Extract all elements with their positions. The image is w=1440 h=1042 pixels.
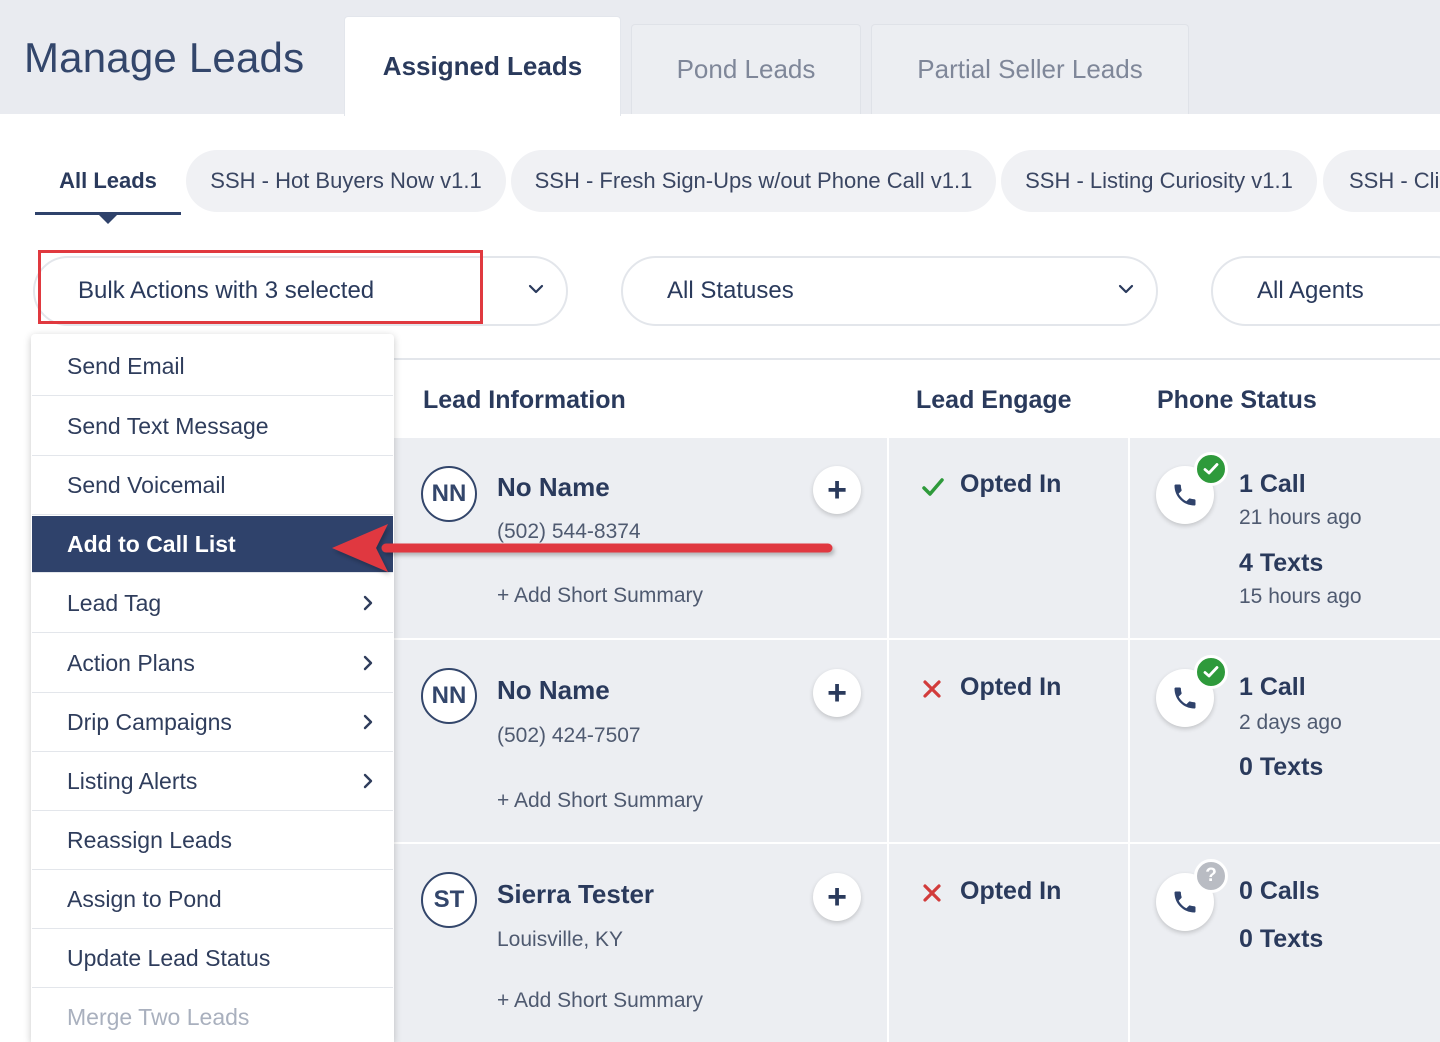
add-summary-link[interactable]: + Add Short Summary xyxy=(497,584,703,608)
menu-item-assign-to-pond[interactable]: Assign to Pond xyxy=(32,870,393,929)
chevron-right-icon xyxy=(363,595,373,611)
filter-tab-listing-curiosity[interactable]: SSH - Listing Curiosity v1.1 xyxy=(1001,150,1317,212)
menu-item-label: Send Text Message xyxy=(67,412,269,439)
filter-tab-hot-buyers[interactable]: SSH - Hot Buyers Now v1.1 xyxy=(186,150,506,212)
engage-status: Opted In xyxy=(960,673,1062,701)
table-row[interactable]: NN No Name (502) 544-8374 + Add Short Su… xyxy=(393,438,1440,640)
text-count: 4 Texts xyxy=(1239,549,1324,577)
question-icon: ? xyxy=(1194,859,1228,893)
column-header-lead-engage[interactable]: Lead Engage xyxy=(916,386,1072,415)
tab-partial-seller-leads[interactable]: Partial Seller Leads xyxy=(871,24,1189,114)
menu-item-listing-alerts[interactable]: Listing Alerts xyxy=(32,752,393,811)
add-summary-link[interactable]: + Add Short Summary xyxy=(497,989,703,1013)
menu-item-label: Drip Campaigns xyxy=(67,708,232,735)
verified-check-icon xyxy=(1194,452,1228,486)
menu-item-send-email[interactable]: Send Email xyxy=(32,337,393,396)
chevron-down-icon xyxy=(1118,284,1134,294)
x-icon xyxy=(923,680,941,698)
call-count: 1 Call xyxy=(1239,470,1306,498)
call-time: 21 hours ago xyxy=(1239,506,1362,529)
avatar: NN xyxy=(421,668,477,724)
bulk-actions-menu: Send Email Send Text Message Send Voicem… xyxy=(31,334,394,1042)
menu-item-action-plans[interactable]: Action Plans xyxy=(32,634,393,693)
menu-item-label: Send Voicemail xyxy=(67,471,226,498)
chevron-right-icon xyxy=(363,655,373,671)
avatar: NN xyxy=(421,466,477,522)
menu-item-reassign-leads[interactable]: Reassign Leads xyxy=(32,811,393,870)
text-count: 0 Texts xyxy=(1239,925,1324,953)
engage-status: Opted In xyxy=(960,877,1062,905)
lead-name[interactable]: Sierra Tester xyxy=(497,879,654,910)
table-row[interactable]: ST Sierra Tester Louisville, KY + Add Sh… xyxy=(393,844,1440,1042)
call-time: 2 days ago xyxy=(1239,711,1342,734)
agent-filter-label: All Agents xyxy=(1257,277,1364,304)
add-icon[interactable]: + xyxy=(813,873,861,921)
engage-status: Opted In xyxy=(960,470,1062,498)
call-count: 0 Calls xyxy=(1239,877,1320,905)
menu-item-label: Merge Two Leads xyxy=(67,1004,250,1030)
status-filter-label: All Statuses xyxy=(667,277,794,304)
avatar: ST xyxy=(421,872,477,928)
filter-tab-all-leads[interactable]: All Leads xyxy=(35,150,181,212)
column-header-phone-status[interactable]: Phone Status xyxy=(1157,386,1317,415)
menu-item-add-to-call-list[interactable]: Add to Call List xyxy=(32,516,393,573)
lead-phone: (502) 544-8374 xyxy=(497,520,641,543)
text-count: 0 Texts xyxy=(1239,753,1324,781)
menu-item-send-text-message[interactable]: Send Text Message xyxy=(32,397,393,456)
menu-item-update-lead-status[interactable]: Update Lead Status xyxy=(32,929,393,988)
status-filter-select[interactable]: All Statuses xyxy=(621,256,1158,326)
chevron-down-icon xyxy=(528,284,544,294)
table-row[interactable]: NN No Name (502) 424-7507 + Add Short Su… xyxy=(393,640,1440,844)
menu-item-merge-two-leads: Merge Two Leads xyxy=(32,988,393,1042)
text-time: 15 hours ago xyxy=(1239,585,1362,608)
verified-check-icon xyxy=(1194,655,1228,689)
lead-phone: (502) 424-7507 xyxy=(497,724,641,747)
lead-name[interactable]: No Name xyxy=(497,675,610,706)
check-icon xyxy=(922,478,944,496)
add-icon[interactable]: + xyxy=(813,466,861,514)
leads-table: Lead Information Lead Engage Phone Statu… xyxy=(393,358,1440,1042)
call-count: 1 Call xyxy=(1239,673,1306,701)
agent-filter-select[interactable]: All Agents xyxy=(1211,256,1440,326)
menu-item-label: Send Email xyxy=(67,352,185,379)
menu-item-send-voicemail[interactable]: Send Voicemail xyxy=(32,456,393,515)
column-header-lead-information[interactable]: Lead Information xyxy=(423,386,626,415)
menu-item-label: Assign to Pond xyxy=(67,885,222,912)
add-summary-link[interactable]: + Add Short Summary xyxy=(497,789,703,813)
active-tab-caret xyxy=(99,215,117,224)
menu-item-label: Reassign Leads xyxy=(67,826,232,853)
menu-item-lead-tag[interactable]: Lead Tag xyxy=(32,574,393,633)
tab-pond-leads[interactable]: Pond Leads xyxy=(631,24,861,114)
tab-assigned-leads[interactable]: Assigned Leads xyxy=(344,16,621,116)
lead-location: Louisville, KY xyxy=(497,928,624,951)
add-icon[interactable]: + xyxy=(813,669,861,717)
menu-item-label: Update Lead Status xyxy=(67,944,271,971)
filter-tab-fresh-sign-ups[interactable]: SSH - Fresh Sign-Ups w/out Phone Call v1… xyxy=(511,150,996,212)
menu-item-label: Listing Alerts xyxy=(67,767,198,794)
chevron-right-icon xyxy=(363,773,373,789)
chevron-right-icon xyxy=(363,714,373,730)
x-icon xyxy=(923,884,941,902)
menu-item-label: Add to Call List xyxy=(67,530,236,557)
bulk-actions-select[interactable]: Bulk Actions with 3 selected xyxy=(33,256,568,326)
filter-tab-clic[interactable]: SSH - Clic xyxy=(1323,150,1440,212)
menu-item-label: Lead Tag xyxy=(67,589,162,616)
lead-name[interactable]: No Name xyxy=(497,472,610,503)
table-header: Lead Information Lead Engage Phone Statu… xyxy=(393,360,1440,438)
menu-item-drip-campaigns[interactable]: Drip Campaigns xyxy=(32,693,393,752)
menu-item-label: Action Plans xyxy=(67,649,195,676)
bulk-actions-label: Bulk Actions with 3 selected xyxy=(78,277,375,304)
page-title: Manage Leads xyxy=(24,34,305,81)
